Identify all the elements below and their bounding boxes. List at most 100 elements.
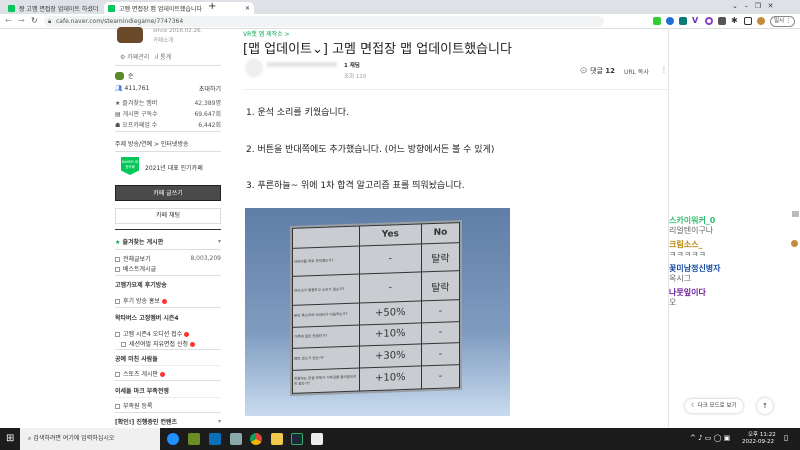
system-tray-icons[interactable]: ^ ♪ ▭ ◯ ▣ [690, 434, 730, 442]
profile-button[interactable]: 일시 ⋮ [770, 16, 796, 27]
board-item[interactable]: 부족원 등록 [115, 401, 153, 410]
table-cell: 아바타를 따로 준비했는가? [292, 245, 360, 277]
forward-icon[interactable]: → [18, 16, 25, 25]
naver-badge-icon: NAVER 대표카페 [121, 157, 139, 175]
body-line: 2. 버튼을 반대쪽에도 추가했습니다. (어느 방향에서든 볼 수 있게) [246, 145, 495, 155]
body-line: 1. 운석 소리를 키웠습니다. [246, 108, 349, 118]
stats-link[interactable]: ıl 통계 [155, 52, 171, 61]
back-icon[interactable]: ← [5, 16, 12, 25]
board-item[interactable]: 고멤 시즌4 오디션 접수 [115, 329, 190, 338]
board-group-title[interactable]: [확인!] 진행중인 컨텐츠 [115, 417, 177, 426]
taskbar: ⊞ ⌕ 검색하려면 여기에 입력하십시오 ^ ♪ ▭ ◯ ▣ 오후 11:22 … [0, 428, 800, 450]
table-cell: - [421, 299, 460, 323]
puzzle-icon[interactable]: ✱ [731, 16, 738, 25]
tab-bar: 짱 고멤 면접장 업데이트 하셨더✕ 고멤 면접장 맵 업데이트했습니다✕ + … [0, 0, 800, 14]
edge-icon[interactable] [167, 433, 179, 445]
extension-icon[interactable]: V [692, 16, 698, 25]
profile-label: 일시 [774, 18, 785, 24]
reload-icon[interactable]: ↻ [31, 16, 38, 25]
avatar [791, 240, 798, 247]
sidepanel-icon[interactable] [744, 17, 752, 25]
board-item[interactable]: 후기 방송 홍보 [115, 296, 167, 305]
stat-label-text: 게시판 구독수 [122, 111, 158, 118]
chat-message: 리얼텐이구나 [669, 226, 714, 235]
board-item[interactable]: 세션여멀 지유면접 신청 [121, 339, 196, 348]
close-icon[interactable]: ✕ [245, 5, 250, 12]
invite-link[interactable]: 초대하기 [199, 84, 221, 93]
vrchat-icon[interactable] [311, 433, 323, 445]
board-group-title: 공예 미친 사람들 [115, 356, 158, 363]
algorithm-table: Yes No 아바타를 따로 준비했는가? - 탈락 마이크가 멀쩡하고 소리가 없는가?… [292, 222, 460, 394]
steam-icon[interactable] [291, 433, 303, 445]
new-badge-icon [160, 372, 166, 377]
new-tab-button[interactable]: + [208, 1, 216, 12]
clock-date[interactable]: 2022-09-22 [742, 439, 774, 445]
board-group-title: 이세돌 마크 부족전쟁 [115, 388, 169, 395]
level-icon [115, 71, 124, 80]
stat-label-text: 즐겨찾는 멤버 [122, 100, 158, 107]
avatar[interactable] [757, 17, 765, 25]
board-label: 베스트게시글 [123, 266, 157, 273]
file-explorer-icon[interactable] [271, 433, 283, 445]
table-cell: 마이크가 멀쩡하고 소리가 없는가? [292, 274, 360, 306]
url-copy-button[interactable]: URL 복사 [624, 67, 649, 76]
board-link[interactable]: VR챗 맵 제작소 > [243, 29, 290, 38]
comments-count: 12 [605, 67, 615, 75]
fav-boards-header[interactable]: ★ 즐겨찾는 게시판 [115, 237, 163, 246]
window-controls[interactable]: ⌄ – ❐ ✕ [732, 2, 774, 10]
notification-icon[interactable]: ▯ [784, 433, 788, 442]
board-icon [115, 372, 120, 377]
board-item[interactable]: 스토츠 게시판 [115, 369, 166, 378]
cafe-intro-link[interactable]: 카페소개 [153, 36, 173, 44]
write-label: 카페 글쓰기 [153, 190, 183, 197]
article-image[interactable]: Yes No 아바타를 따로 준비했는가? - 탈락 마이크가 멀쩡하고 소리가 없는가?… [245, 208, 510, 416]
extension-icon[interactable] [705, 17, 713, 25]
windows-start-icon[interactable]: ⊞ [6, 433, 14, 444]
author-avatar [245, 59, 263, 77]
manage-label: 카페관리 [127, 54, 150, 61]
cafe-chat-button[interactable]: 카페 채팅 [115, 208, 221, 224]
author-name [267, 62, 337, 67]
table-cell: - [359, 272, 422, 304]
comments-button[interactable]: 💬︎ 댓글 12 [579, 66, 615, 76]
comments-label: 댓글 [590, 67, 604, 75]
extension-icon[interactable] [653, 17, 661, 25]
table-cell: 본인 목소리와 아바타가 어울리는가? [292, 303, 360, 328]
chevron-down-icon[interactable]: ▾ [218, 418, 221, 425]
extension-icon[interactable] [679, 17, 687, 25]
extension-icon[interactable] [718, 17, 726, 25]
tab-2[interactable]: 고멤 면접장 맵 업데이트했습니다 ✕ [104, 2, 254, 14]
board-icon [115, 299, 120, 304]
table-header: Yes [359, 223, 422, 246]
search-icon: ⌕ [28, 435, 32, 442]
write-post-button[interactable]: 카페 글쓰기 [115, 185, 221, 201]
url-input[interactable]: 🔒︎ cafe.naver.com/steamindiegame/7747364 [44, 16, 604, 27]
table-cell: 지향하는 컨셉 자체가 거부감을 불러일으키지 않는가? [292, 367, 360, 394]
board-label: 전체글보기 [123, 256, 151, 263]
image-icon [792, 211, 799, 217]
stat-value: 69,647회 [194, 111, 221, 118]
minecraft-icon[interactable] [188, 433, 200, 445]
table-cell: +30% [359, 344, 422, 368]
extension-icon[interactable] [666, 17, 674, 25]
scroll-top-button[interactable]: ↑ [757, 398, 773, 414]
dark-mode-button[interactable]: ☾ 다크 모드로 보기 [685, 399, 743, 413]
app-icon[interactable] [230, 433, 242, 445]
board-best[interactable]: 베스트게시글 [115, 264, 156, 273]
chrome-icon[interactable] [250, 433, 262, 445]
author-level: 1 재딤 [344, 63, 360, 69]
table-cell: - [359, 243, 422, 275]
table-cell: - [421, 321, 460, 345]
board-all[interactable]: 전체글보기 [115, 254, 151, 263]
taskbar-search[interactable]: ⌕ 검색하려면 여기에 입력하십시오 [20, 428, 160, 450]
chevron-down-icon[interactable]: ▾ [218, 238, 221, 245]
moon-icon: ☾ [691, 403, 696, 409]
clock-time[interactable]: 오후 11:22 [748, 430, 776, 438]
chat-message: ㅋㅋㅋㅋㅋ [669, 250, 706, 259]
stat-label: ★ 즐겨찾는 멤버 [115, 100, 158, 107]
app-icon[interactable] [209, 433, 221, 445]
more-icon[interactable]: ⋮ [660, 65, 668, 74]
cafe-manage-link[interactable]: ⚙ 카페관리 [120, 52, 149, 61]
board-label: 후기 방송 홍보 [123, 298, 160, 305]
cafe-topic[interactable]: 주제 방송/연예 > 인터넷방송 [115, 139, 189, 148]
